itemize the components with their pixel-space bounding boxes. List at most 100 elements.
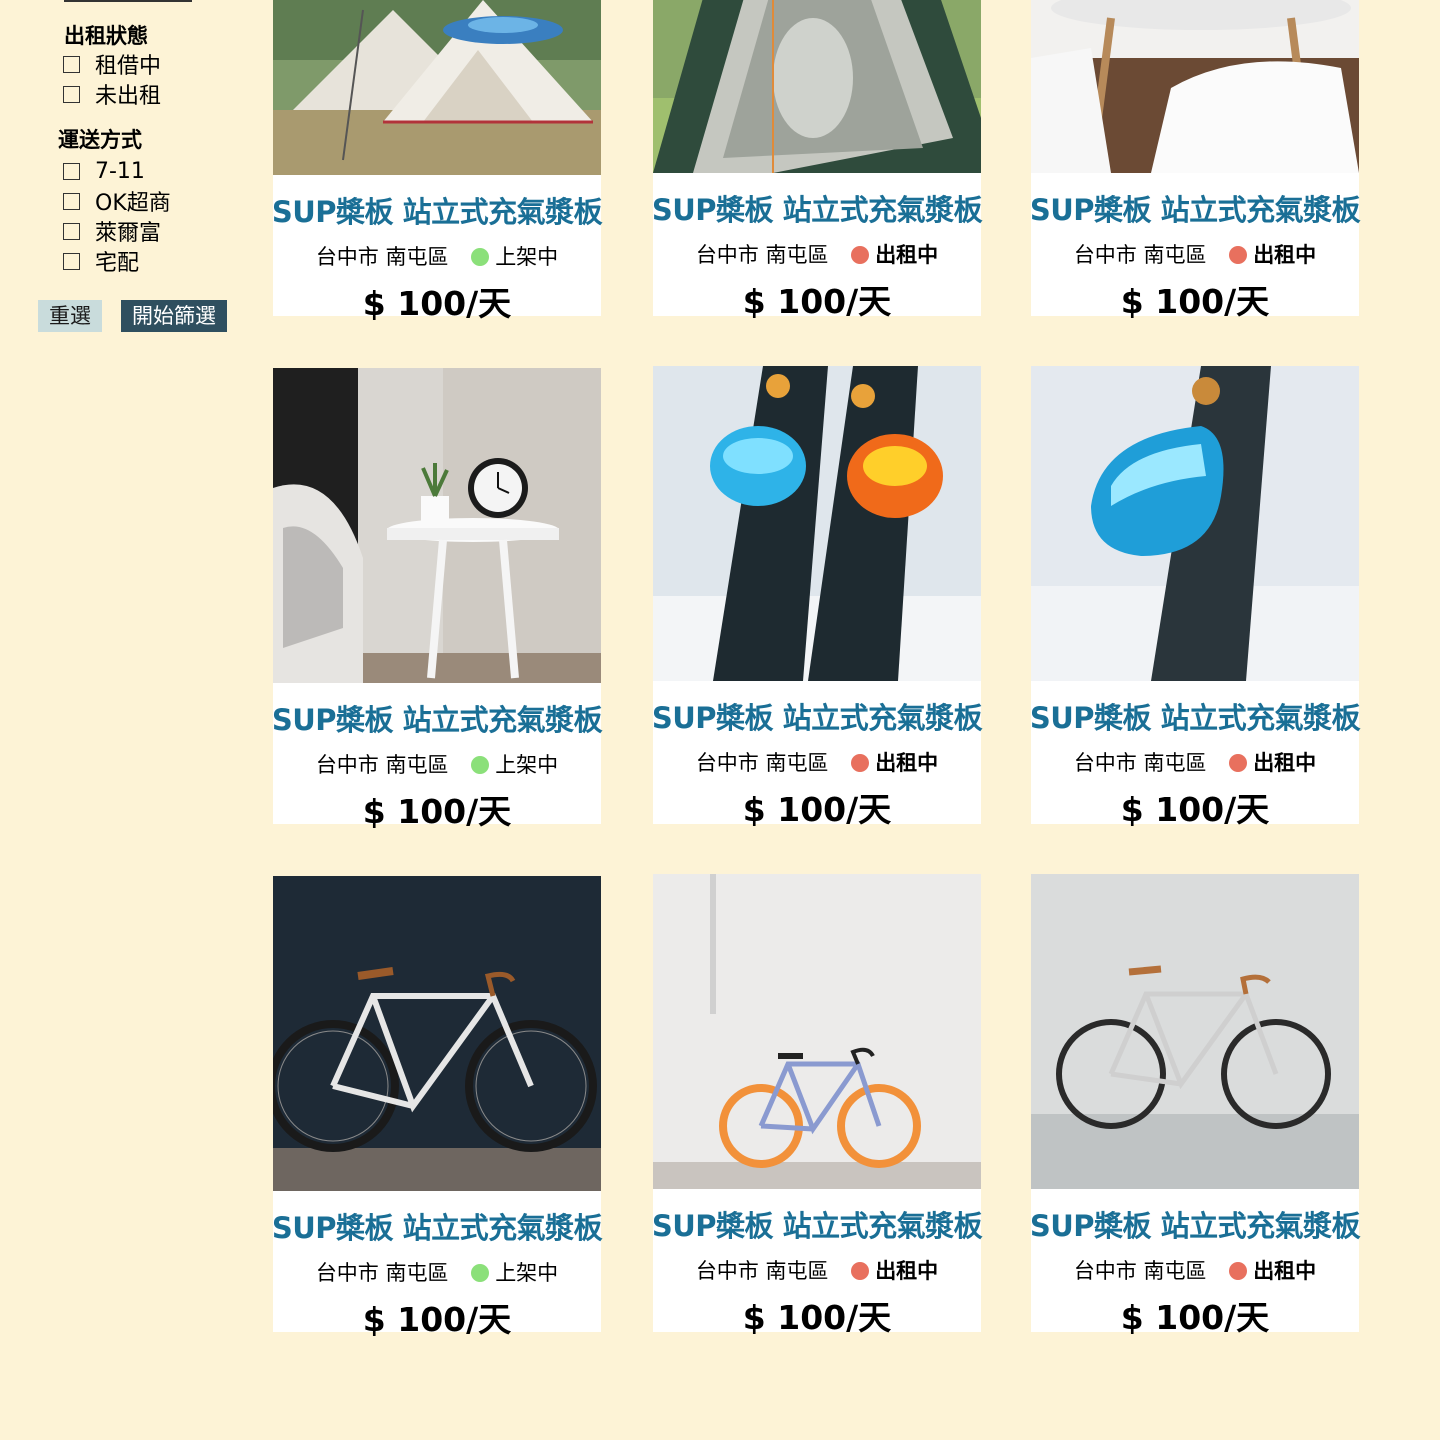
- apply-filter-button[interactable]: 開始篩選: [121, 300, 227, 332]
- status-option-label: 未出租: [95, 84, 162, 109]
- checkbox[interactable]: [63, 55, 80, 73]
- product-district: 南屯區: [765, 243, 829, 267]
- status-dot-icon: [471, 248, 490, 266]
- shipping-option-label: OK超商: [95, 191, 171, 216]
- product-meta: 台中市 南屯區 出租中: [653, 1255, 981, 1285]
- product-price: $ 100/天: [742, 790, 892, 829]
- product-title[interactable]: SUP槳板 站立式充氣漿板: [645, 187, 989, 229]
- product-title[interactable]: SUP槳板 站立式充氣漿板: [1023, 187, 1367, 229]
- product-card[interactable]: SUP槳板 站立式充氣漿板 台中市 南屯區 出租中 $ 100/天: [652, 0, 983, 321]
- product-image-side-table-clock[interactable]: [273, 368, 601, 683]
- checkbox[interactable]: [63, 192, 80, 210]
- product-image-dome-tent[interactable]: [653, 0, 981, 173]
- product-title[interactable]: SUP槳板 站立式充氣漿板: [645, 1203, 989, 1245]
- product-district: 南屯區: [765, 751, 829, 775]
- product-district: 南屯區: [1143, 1259, 1207, 1283]
- status-dot-icon: [471, 756, 490, 774]
- product-city: 台中市: [315, 1261, 379, 1285]
- product-meta: 台中市 南屯區 上架中: [273, 749, 601, 779]
- product-title[interactable]: SUP槳板 站立式充氣漿板: [265, 189, 609, 231]
- product-title[interactable]: SUP槳板 站立式充氣漿板: [265, 1205, 609, 1247]
- status-label: 上架中: [495, 753, 559, 777]
- filter-sidebar: 出租狀態 租借中 未出租 運送方式 7-11 OK超商 萊爾富 宅配 重選 開始…: [0, 0, 250, 400]
- product-card[interactable]: SUP槳板 站立式充氣漿板 台中市 南屯區 出租中 $ 100/天: [652, 874, 983, 1337]
- product-title[interactable]: SUP槳板 站立式充氣漿板: [1023, 695, 1367, 737]
- status-label: 出租中: [1253, 243, 1317, 267]
- product-info: SUP槳板 站立式充氣漿板 台中市 南屯區 出租中 $ 100/天: [652, 681, 983, 829]
- product-price: $ 100/天: [362, 284, 512, 323]
- product-price: $ 100/天: [1120, 1298, 1270, 1337]
- product-title[interactable]: SUP槳板 站立式充氣漿板: [265, 697, 609, 739]
- product-info: SUP槳板 站立式充氣漿板 台中市 南屯區 出租中 $ 100/天: [1030, 1189, 1361, 1337]
- status-dot-icon: [851, 246, 870, 264]
- product-meta: 台中市 南屯區 出租中: [1031, 1255, 1359, 1285]
- status-dot-icon: [1229, 246, 1248, 264]
- product-info: SUP槳板 站立式充氣漿板 台中市 南屯區 出租中 $ 100/天: [1030, 681, 1361, 829]
- checkbox[interactable]: [63, 222, 80, 240]
- product-city: 台中市: [1073, 751, 1137, 775]
- product-district: 南屯區: [385, 753, 449, 777]
- checkbox[interactable]: [63, 252, 80, 270]
- product-price: $ 100/天: [362, 1300, 512, 1339]
- status-dot-icon: [471, 1264, 490, 1282]
- sidebar-divider: [64, 0, 192, 2]
- product-meta: 台中市 南屯區 出租中: [653, 239, 981, 269]
- product-city: 台中市: [315, 245, 379, 269]
- status-filter-title: 出租狀態: [64, 24, 148, 48]
- reset-button[interactable]: 重選: [38, 300, 102, 332]
- product-price: $ 100/天: [362, 792, 512, 831]
- product-city: 台中市: [315, 753, 379, 777]
- status-dot-icon: [851, 1262, 870, 1280]
- status-option-unrented[interactable]: 未出租: [63, 79, 161, 109]
- product-info: SUP槳板 站立式充氣漿板 台中市 南屯區 上架中 $ 100/天: [272, 1191, 603, 1339]
- product-district: 南屯區: [765, 1259, 829, 1283]
- product-image-camping-tent[interactable]: [273, 0, 601, 175]
- product-image-ski-goggles-pair[interactable]: [653, 366, 981, 681]
- product-price: $ 100/天: [1120, 282, 1270, 321]
- product-info: SUP槳板 站立式充氣漿板 台中市 南屯區 出租中 $ 100/天: [652, 173, 983, 321]
- status-label: 出租中: [875, 243, 939, 267]
- shipping-option-711[interactable]: 7-11: [63, 156, 145, 186]
- checkbox[interactable]: [63, 85, 80, 103]
- product-card[interactable]: SUP槳板 站立式充氣漿板 台中市 南屯區 出租中 $ 100/天: [652, 366, 983, 829]
- product-image-bicycle-white-wall[interactable]: [653, 874, 981, 1189]
- status-option-renting[interactable]: 租借中: [63, 49, 161, 79]
- status-label: 出租中: [1253, 751, 1317, 775]
- product-image-white-chairs[interactable]: [1031, 0, 1359, 173]
- product-image-bicycle-grey-wall[interactable]: [1031, 874, 1359, 1189]
- status-label: 出租中: [1253, 1259, 1317, 1283]
- product-city: 台中市: [695, 243, 759, 267]
- product-city: 台中市: [695, 751, 759, 775]
- product-title[interactable]: SUP槳板 站立式充氣漿板: [645, 695, 989, 737]
- product-card[interactable]: SUP槳板 站立式充氣漿板 台中市 南屯區 出租中 $ 100/天: [1030, 874, 1361, 1337]
- shipping-option-hilife[interactable]: 萊爾富: [63, 216, 161, 246]
- product-title[interactable]: SUP槳板 站立式充氣漿板: [1023, 1203, 1367, 1245]
- product-info: SUP槳板 站立式充氣漿板 台中市 南屯區 出租中 $ 100/天: [652, 1189, 983, 1337]
- product-district: 南屯區: [385, 245, 449, 269]
- checkbox[interactable]: [63, 162, 80, 180]
- status-label: 出租中: [875, 751, 939, 775]
- product-meta: 台中市 南屯區 出租中: [653, 747, 981, 777]
- product-info: SUP槳板 站立式充氣漿板 台中市 南屯區 上架中 $ 100/天: [272, 175, 603, 323]
- product-image-ski-goggle[interactable]: [1031, 366, 1359, 681]
- status-dot-icon: [851, 754, 870, 772]
- shipping-option-delivery[interactable]: 宅配: [63, 246, 139, 276]
- product-price: $ 100/天: [742, 1298, 892, 1337]
- product-card[interactable]: SUP槳板 站立式充氣漿板 台中市 南屯區 上架中 $ 100/天: [272, 0, 603, 323]
- product-district: 南屯區: [385, 1261, 449, 1285]
- shipping-option-label: 萊爾富: [95, 221, 162, 246]
- status-dot-icon: [1229, 1262, 1248, 1280]
- product-image-bicycle-dark-wall[interactable]: [273, 876, 601, 1191]
- product-meta: 台中市 南屯區 出租中: [1031, 747, 1359, 777]
- shipping-option-ok[interactable]: OK超商: [63, 186, 171, 216]
- product-card[interactable]: SUP槳板 站立式充氣漿板 台中市 南屯區 上架中 $ 100/天: [272, 876, 603, 1339]
- product-info: SUP槳板 站立式充氣漿板 台中市 南屯區 上架中 $ 100/天: [272, 683, 603, 831]
- product-city: 台中市: [1073, 1259, 1137, 1283]
- status-dot-icon: [1229, 754, 1248, 772]
- product-card[interactable]: SUP槳板 站立式充氣漿板 台中市 南屯區 出租中 $ 100/天: [1030, 366, 1361, 829]
- product-city: 台中市: [695, 1259, 759, 1283]
- product-card[interactable]: SUP槳板 站立式充氣漿板 台中市 南屯區 上架中 $ 100/天: [272, 368, 603, 831]
- product-card[interactable]: SUP槳板 站立式充氣漿板 台中市 南屯區 出租中 $ 100/天: [1030, 0, 1361, 321]
- product-price: $ 100/天: [742, 282, 892, 321]
- product-district: 南屯區: [1143, 751, 1207, 775]
